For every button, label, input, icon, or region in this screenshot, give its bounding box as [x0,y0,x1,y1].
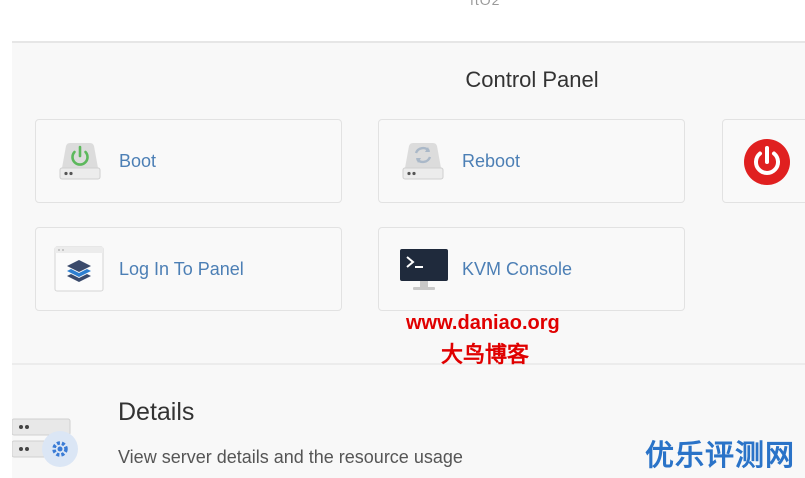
reboot-label: Reboot [462,151,521,171]
terminal-monitor-icon [400,249,448,290]
watermark-corner: 优乐评测网 [645,438,796,472]
kvm-console-label: KVM Console [462,259,573,279]
kvm-console-tile[interactable]: KVM Console [378,227,685,311]
login-panel-label: Log In To Panel [119,259,244,279]
power-off-tile[interactable] [722,119,805,203]
top-strip: ftO2 [12,0,805,42]
details-description: View server details and the resource usa… [118,447,463,467]
layers-window-icon [54,246,104,292]
boot-label: Boot [119,151,157,171]
power-drive-icon [59,143,101,180]
control-panel-title: Control Panel [465,67,599,92]
boot-tile[interactable]: Boot [35,119,342,203]
watermark-site-name: 大鸟博客 [441,342,530,368]
top-cut-text: ftO2 [470,0,501,8]
server-settings-icon [12,418,78,467]
details-title: Details [118,398,195,426]
login-panel-tile[interactable]: Log In To Panel [35,227,342,311]
watermark-url: www.daniao.org [406,312,560,334]
power-off-icon [744,139,790,185]
reboot-tile[interactable]: Reboot [378,119,685,203]
page: ftO2 Control Panel Boot Reboot Log In To… [0,0,805,478]
refresh-drive-icon [402,143,444,180]
